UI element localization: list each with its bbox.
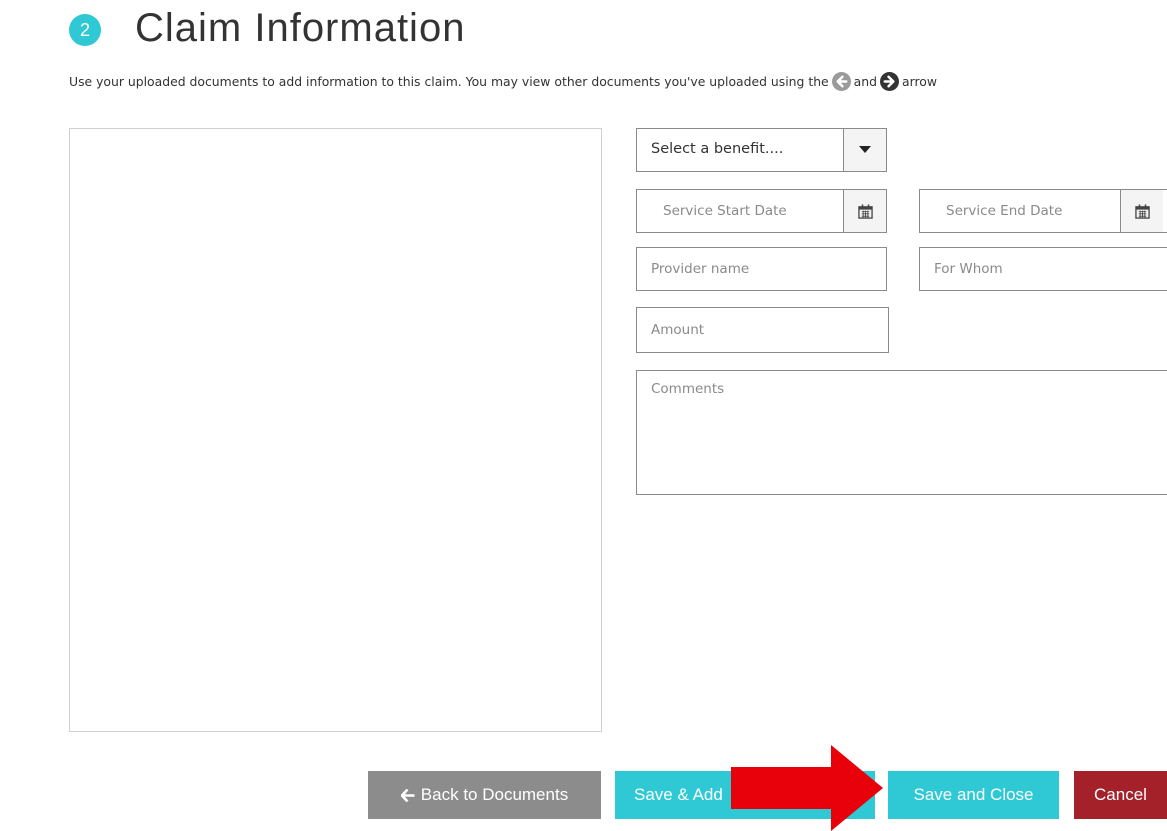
- instructions-text: Use your uploaded documents to add infor…: [69, 72, 937, 91]
- calendar-icon[interactable]: [1120, 190, 1163, 232]
- comments-field: [636, 370, 1167, 495]
- service-start-date-field: [636, 189, 887, 233]
- service-start-date-input[interactable]: [637, 190, 844, 232]
- cancel-button[interactable]: Cancel: [1074, 771, 1167, 819]
- comments-textarea[interactable]: [637, 371, 1167, 494]
- provider-name-field: [636, 247, 887, 291]
- instructions-and: and: [853, 74, 877, 89]
- caret-down-icon[interactable]: [843, 129, 886, 171]
- save-and-close-label: Save and Close: [913, 785, 1034, 804]
- arrow-left-circle-icon: [831, 72, 851, 91]
- amount-field: [636, 307, 889, 353]
- benefit-select[interactable]: Select a benefit....: [636, 128, 887, 172]
- back-to-documents-label: Back to Documents: [420, 785, 569, 804]
- for-whom-input[interactable]: [920, 248, 1167, 290]
- step-badge: 2: [69, 14, 101, 46]
- document-viewer: [69, 128, 602, 732]
- amount-input[interactable]: [637, 308, 888, 352]
- page-title: Claim Information: [135, 6, 466, 50]
- save-and-add-label: Save & Add: [634, 785, 723, 804]
- benefit-select-label: Select a benefit....: [651, 141, 784, 157]
- back-to-documents-button[interactable]: Back to Documents: [368, 771, 601, 819]
- for-whom-field: [919, 247, 1167, 291]
- service-end-date-input[interactable]: [920, 190, 1136, 232]
- arrow-left-icon: [400, 788, 415, 802]
- save-and-add-button[interactable]: Save & Add: [615, 771, 875, 819]
- instructions-part-1: Use your uploaded documents to add infor…: [69, 74, 829, 89]
- provider-name-input[interactable]: [637, 248, 886, 290]
- cancel-label: Cancel: [1094, 785, 1147, 804]
- service-end-date-field: [919, 189, 1167, 233]
- save-and-close-button[interactable]: Save and Close: [888, 771, 1059, 819]
- instructions-part-2: arrow: [901, 74, 937, 89]
- calendar-icon[interactable]: [843, 190, 886, 232]
- arrow-right-circle-icon: [879, 72, 899, 91]
